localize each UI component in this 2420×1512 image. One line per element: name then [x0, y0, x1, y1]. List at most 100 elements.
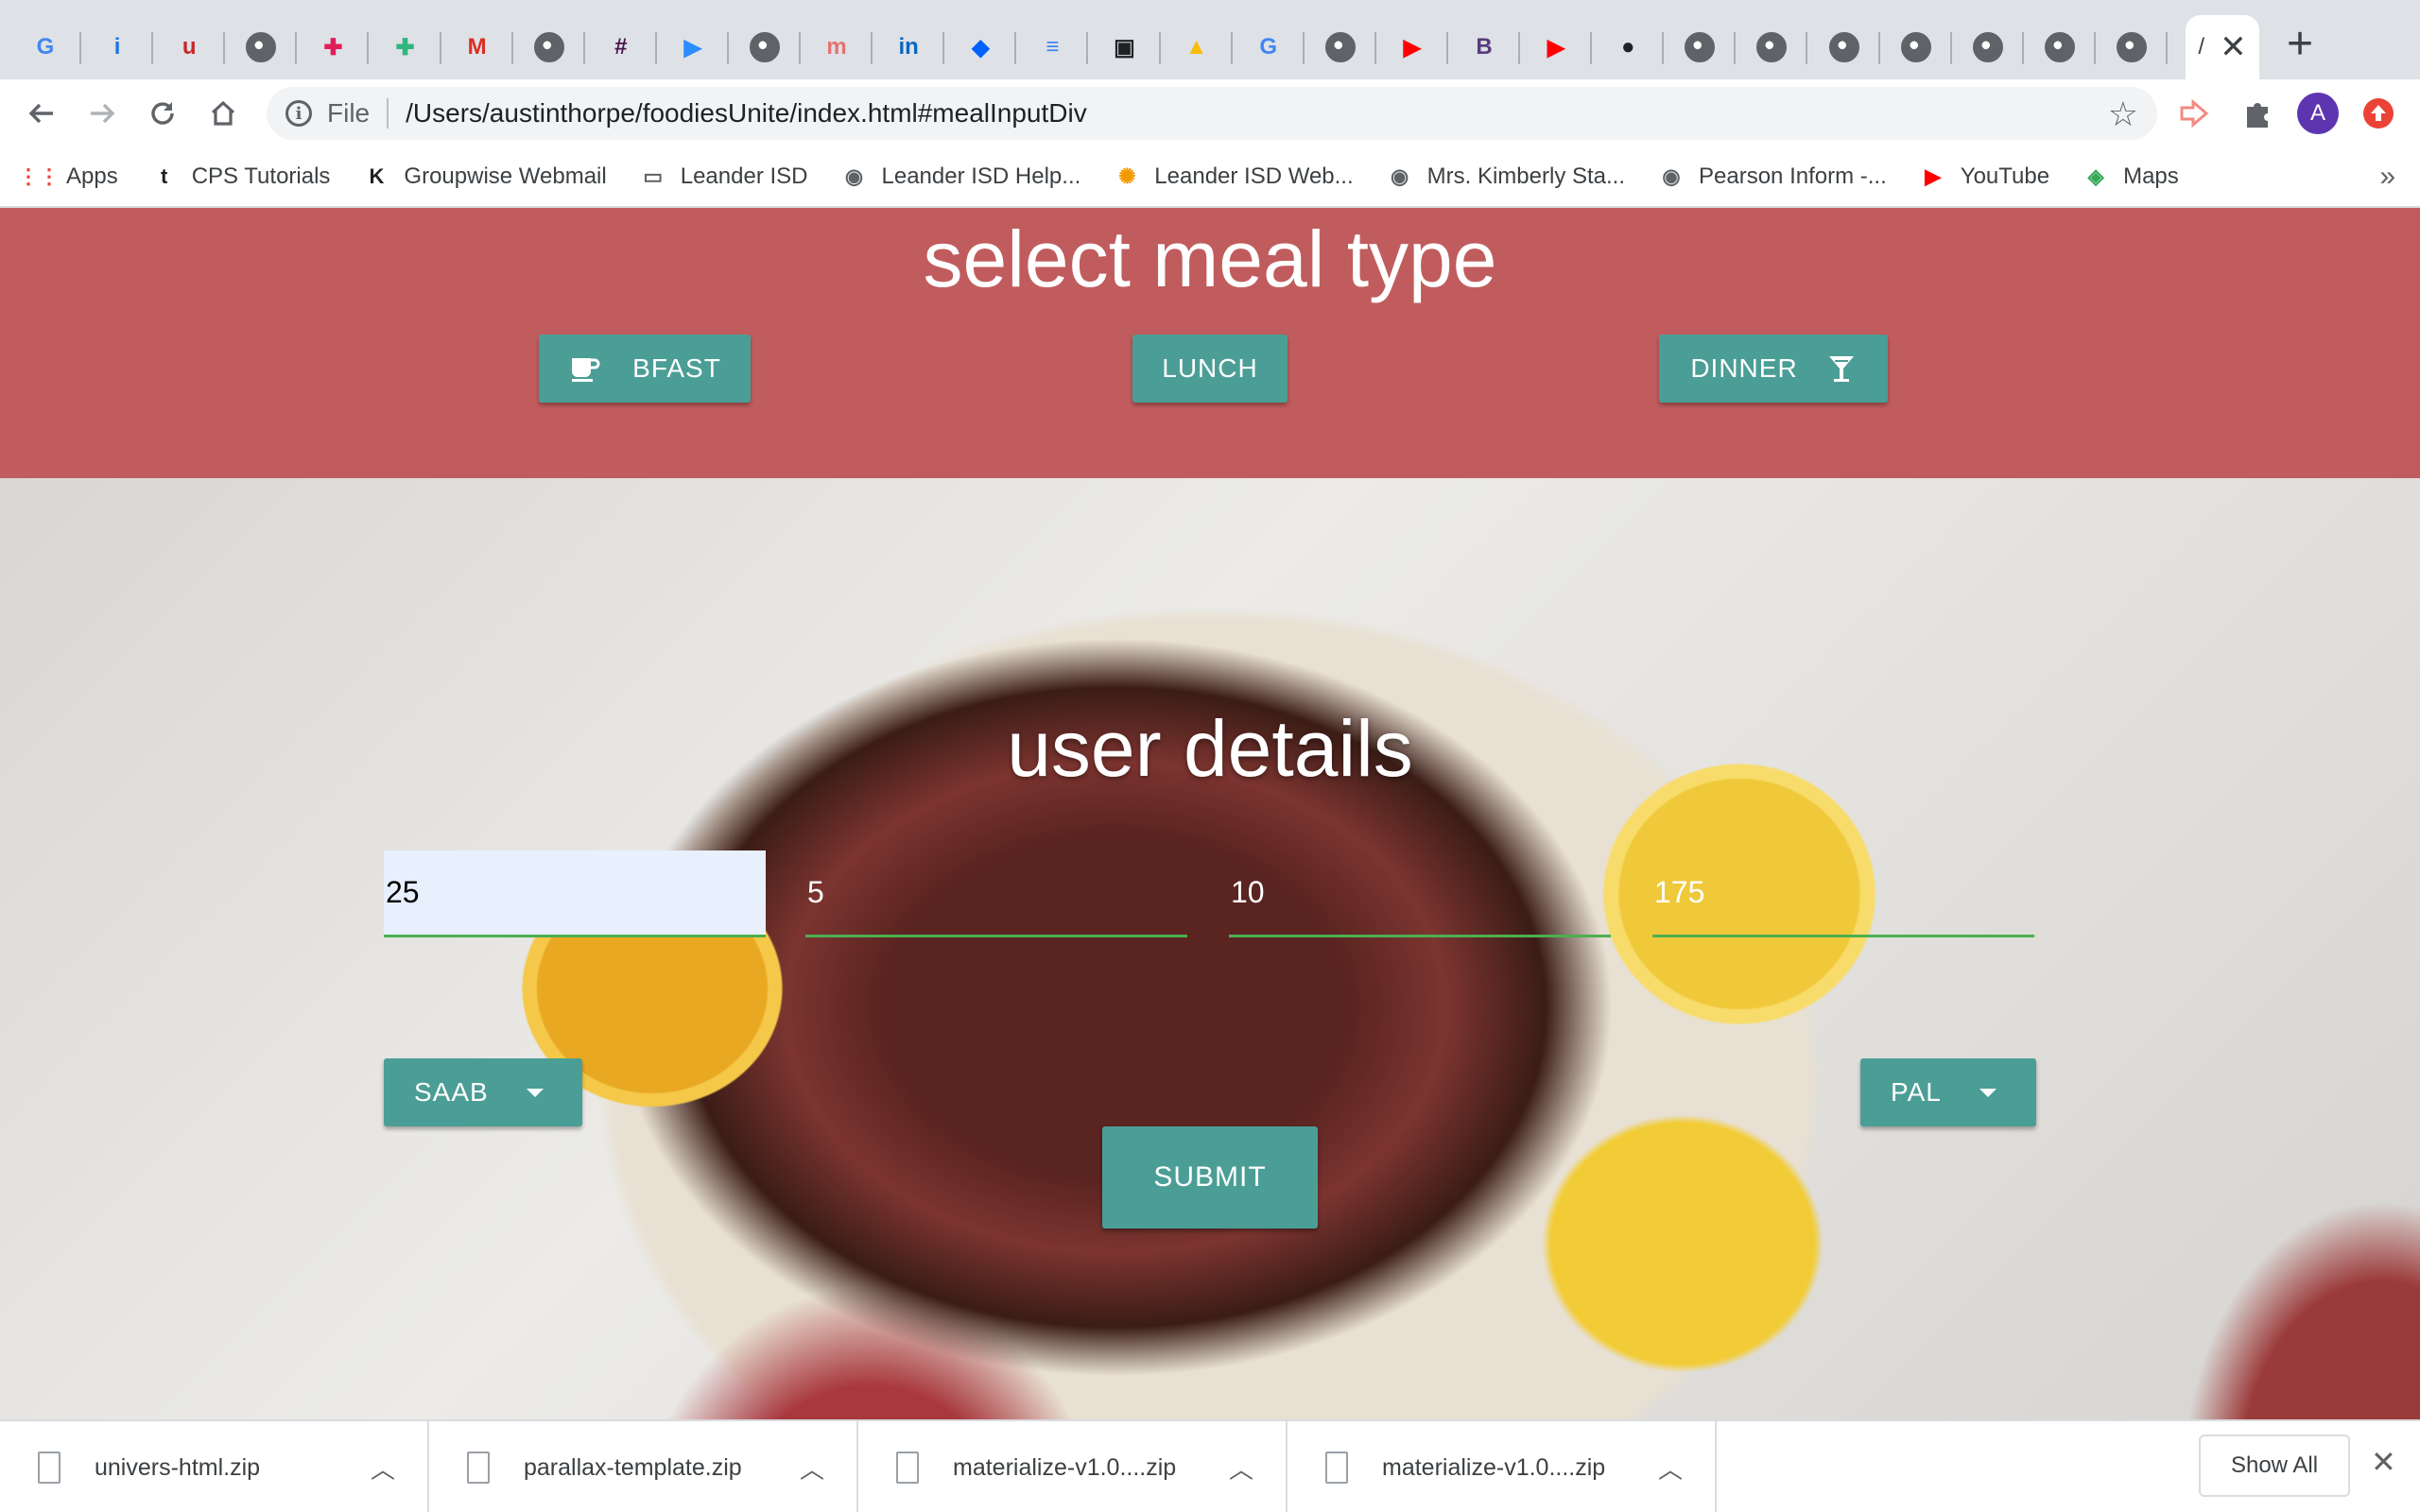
- globe-icon: [2116, 32, 2147, 62]
- bookmark-item[interactable]: ◉ Mrs. Kimberly Sta...: [1386, 163, 1625, 191]
- browser-tab[interactable]: M: [441, 15, 513, 79]
- coffee-cup-icon: [568, 352, 600, 385]
- back-button[interactable]: [17, 89, 66, 138]
- browser-tab[interactable]: [1736, 15, 1808, 79]
- browser-tab[interactable]: [513, 15, 585, 79]
- chevron-up-icon[interactable]: ︿: [800, 1451, 824, 1486]
- browser-tab[interactable]: ▲: [1161, 15, 1233, 79]
- browser-tab[interactable]: m: [801, 15, 873, 79]
- bookmark-item[interactable]: ▭ Leander ISD: [639, 163, 807, 191]
- bookmark-item[interactable]: ◈ Maps: [2082, 163, 2179, 191]
- download-item[interactable]: parallax-template.zip ︿: [429, 1421, 858, 1512]
- weight-input[interactable]: 175: [1652, 850, 2034, 937]
- extension-arrow-icon[interactable]: [2174, 93, 2216, 134]
- browser-tab[interactable]: i: [81, 15, 154, 79]
- tab-separator: [79, 32, 81, 64]
- profile-avatar[interactable]: A: [2297, 93, 2339, 134]
- browser-tab[interactable]: ▶: [1520, 15, 1593, 79]
- browser-tab[interactable]: ▶: [657, 15, 729, 79]
- browser-tab[interactable]: [1880, 15, 1952, 79]
- sex-dropdown[interactable]: SAAB: [384, 1058, 582, 1126]
- youtube-icon: ▶: [1403, 34, 1422, 60]
- home-button[interactable]: [199, 89, 248, 138]
- chevron-up-icon[interactable]: ︿: [1658, 1451, 1683, 1486]
- browser-tab[interactable]: #: [585, 15, 657, 79]
- slack-dark-icon: #: [614, 34, 628, 60]
- browser-tab[interactable]: B: [1448, 15, 1520, 79]
- slack-icon: ✚: [323, 34, 343, 60]
- browser-tab[interactable]: G: [9, 15, 81, 79]
- browser-tab[interactable]: ▣: [1089, 15, 1161, 79]
- bookmark-item[interactable]: ◉ Leander ISD Help...: [840, 163, 1080, 191]
- tab-separator: [1230, 32, 1233, 64]
- download-item[interactable]: materialize-v1.0....zip ︿: [858, 1421, 1288, 1512]
- tab-strip: ● ▶ B ▶ G ▲ ▣ ≡ ◆ in m ▶ # M ✚ ✚ u i G / ✕ +: [0, 0, 2420, 79]
- meal-type-section: select meal type BFAST LUNCH DINNER: [0, 208, 2420, 478]
- reload-button[interactable]: [138, 89, 187, 138]
- browser-tab[interactable]: ✚: [370, 15, 441, 79]
- breakfast-button[interactable]: BFAST: [539, 335, 751, 403]
- browser-tab[interactable]: [729, 15, 801, 79]
- browser-tab[interactable]: ≡: [1016, 15, 1089, 79]
- groupwise-icon: K: [369, 164, 385, 188]
- close-icon[interactable]: ✕: [2371, 1444, 2396, 1480]
- new-tab-button[interactable]: +: [2276, 21, 2324, 68]
- pal-dropdown-label: PAL: [1891, 1077, 1942, 1107]
- globe-icon: ◉: [1391, 164, 1409, 188]
- age-input[interactable]: 25: [384, 850, 766, 937]
- star-icon[interactable]: ☆: [2108, 94, 2138, 134]
- browser-tab[interactable]: ▶: [1376, 15, 1448, 79]
- browser-tab[interactable]: G: [1233, 15, 1305, 79]
- browser-tab[interactable]: [1305, 15, 1376, 79]
- sun-icon: ✺: [1118, 164, 1136, 188]
- tab-separator: [1590, 32, 1593, 64]
- reload-icon: [151, 102, 174, 125]
- extensions-puzzle-icon[interactable]: [2237, 93, 2278, 134]
- bookmark-item[interactable]: ▶ YouTube: [1919, 163, 2049, 191]
- chevron-up-icon[interactable]: ︿: [371, 1451, 395, 1486]
- bookmark-item[interactable]: ✺ Leander ISD Web...: [1113, 163, 1354, 191]
- tab-separator: [2165, 32, 2168, 64]
- download-item[interactable]: materialize-v1.0....zip ︿: [1288, 1421, 1717, 1512]
- globe-icon: [246, 32, 277, 62]
- close-icon[interactable]: ✕: [2220, 28, 2247, 66]
- google-icon: G: [36, 34, 55, 60]
- bookmark-item[interactable]: t CPS Tutorials: [150, 163, 330, 191]
- browser-tab[interactable]: ✚: [297, 15, 370, 79]
- chevron-up-icon[interactable]: ︿: [1229, 1451, 1253, 1486]
- bookmark-item[interactable]: K Groupwise Webmail: [362, 163, 606, 191]
- tab-active[interactable]: / ✕: [2186, 15, 2259, 79]
- tab-separator: [1374, 32, 1376, 64]
- scheme-label: File: [327, 98, 371, 128]
- pal-dropdown[interactable]: PAL: [1860, 1058, 2036, 1126]
- browser-tab[interactable]: [1664, 15, 1737, 79]
- url-text[interactable]: /Users/austinthorpe/foodiesUnite/index.h…: [406, 98, 1087, 129]
- browser-tab[interactable]: u: [153, 15, 226, 79]
- address-bar[interactable]: i File /Users/austinthorpe/foodiesUnite/…: [267, 87, 2157, 140]
- chevron-double-right-icon[interactable]: »: [2379, 161, 2395, 193]
- lunch-button[interactable]: LUNCH: [1132, 335, 1288, 403]
- update-icon[interactable]: [2358, 93, 2399, 134]
- height-feet-input[interactable]: 5: [805, 850, 1187, 937]
- browser-tab[interactable]: [225, 15, 298, 79]
- bookmarks-bar: ⋮⋮ Apps t CPS Tutorials K Groupwise Webmail ▭ L…: [0, 147, 2420, 208]
- browser-tab[interactable]: ◆: [944, 15, 1017, 79]
- linkedin-icon: in: [898, 34, 919, 60]
- browser-tab[interactable]: [1952, 15, 2024, 79]
- browser-tab[interactable]: [2024, 15, 2096, 79]
- height-inches-input[interactable]: 10: [1229, 850, 1611, 937]
- bookmark-item[interactable]: ⋮⋮ Apps: [18, 163, 118, 191]
- forward-button[interactable]: [78, 89, 127, 138]
- download-item[interactable]: univers-html.zip ︿: [0, 1421, 429, 1512]
- show-all-button[interactable]: Show All: [2199, 1435, 2350, 1497]
- info-icon[interactable]: i: [285, 100, 312, 127]
- bookmark-item[interactable]: ◉ Pearson Inform -...: [1657, 163, 1886, 191]
- submit-button[interactable]: SUBMIT: [1102, 1126, 1318, 1228]
- browser-tab[interactable]: [1808, 15, 1880, 79]
- browser-tab[interactable]: ●: [1592, 15, 1665, 79]
- browser-tab[interactable]: [2096, 15, 2168, 79]
- globe-icon: [750, 32, 780, 62]
- dinner-button[interactable]: DINNER: [1659, 335, 1888, 403]
- browser-tab[interactable]: in: [873, 15, 945, 79]
- tab-separator: [151, 32, 154, 64]
